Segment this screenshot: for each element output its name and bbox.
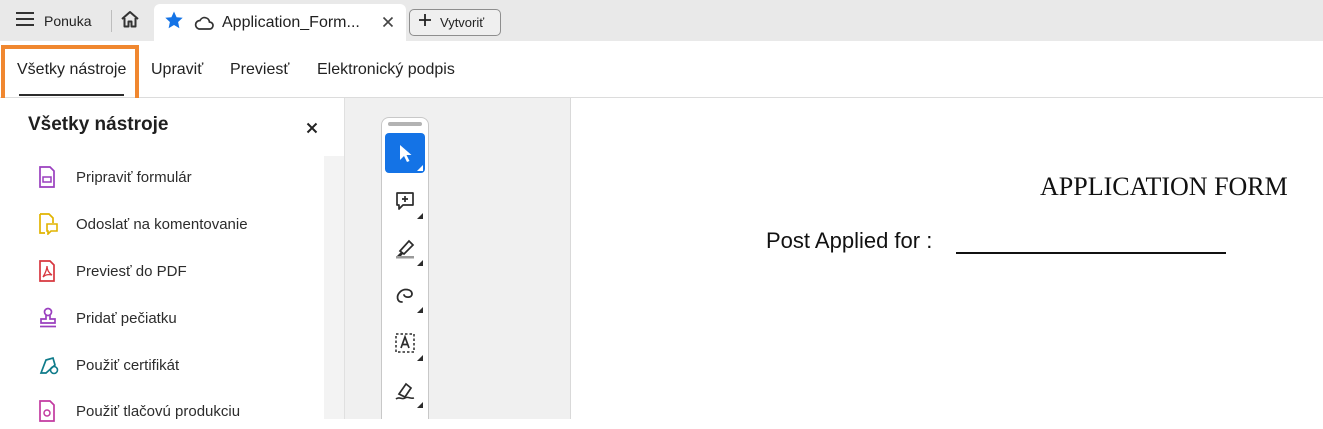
text-box-tool[interactable] (385, 323, 425, 363)
close-tab-button[interactable] (378, 12, 398, 32)
tab-edit-label: Upraviť (151, 60, 204, 78)
cursor-icon (400, 145, 412, 162)
tool-use-certificate[interactable]: Použiť certifikát (28, 347, 318, 383)
document-tab[interactable]: Application_Form... (154, 4, 406, 41)
tab-convert[interactable]: Previesť (230, 41, 289, 98)
tool-label: Pridať pečiatku (76, 309, 177, 327)
all-tools-panel: Všetky nástroje Pripraviť formulár Odosl… (0, 98, 345, 422)
comment-plus-icon (396, 192, 414, 210)
tools-gutter (345, 98, 571, 419)
home-icon (120, 10, 140, 33)
tab-e-signature-label: Elektronický podpis (317, 60, 455, 78)
document-heading: APPLICATION FORM (1040, 172, 1288, 201)
app-tab-bar: Ponuka Application_Form... Vytvoriť (0, 0, 1323, 41)
document-tab-title: Application_Form... (222, 13, 360, 31)
tool-prepare-form[interactable]: Pripraviť formulár (28, 159, 318, 195)
freehand-icon (396, 288, 413, 303)
tool-send-for-comments[interactable]: Odoslať na komentovanie (28, 206, 318, 242)
text-box-icon (395, 333, 415, 353)
divider (111, 10, 112, 32)
certificate-icon (28, 353, 68, 377)
menu-button[interactable]: Ponuka (8, 6, 104, 36)
pdf-icon (28, 259, 68, 283)
add-comment-tool[interactable] (385, 181, 425, 221)
post-applied-label: Post Applied for : (766, 228, 933, 253)
highlight-tool[interactable] (385, 228, 425, 268)
create-button[interactable]: Vytvoriť (409, 9, 501, 36)
draw-tool[interactable] (385, 275, 425, 315)
tool-add-stamp[interactable]: Pridať pečiatku (28, 300, 318, 336)
tool-label: Odoslať na komentovanie (76, 215, 248, 233)
tool-convert-to-pdf[interactable]: Previesť do PDF (28, 253, 318, 289)
cloud-icon (194, 16, 214, 30)
star-icon[interactable] (164, 10, 184, 35)
panel-scrollbar[interactable] (324, 156, 344, 419)
select-tool[interactable] (385, 133, 425, 173)
tool-tabs-bar: Všetky nástroje Upraviť Previesť Elektro… (0, 41, 1323, 98)
post-applied-field-line (956, 252, 1226, 254)
comment-doc-icon (28, 212, 68, 236)
tool-label: Pripraviť formulár (76, 168, 192, 186)
tool-label: Použiť tlačovú produkciu (76, 402, 241, 420)
panel-title: Všetky nástroje (28, 114, 169, 135)
close-icon (306, 122, 318, 134)
plus-icon (418, 13, 432, 32)
toolbar-grip[interactable] (388, 122, 422, 126)
sign-tool[interactable] (385, 370, 425, 410)
highlighter-icon (396, 239, 415, 259)
hamburger-icon (16, 11, 34, 31)
create-button-label: Vytvoriť (440, 15, 485, 30)
menu-button-label: Ponuka (44, 13, 92, 29)
tool-label: Previesť do PDF (76, 262, 187, 280)
tool-label: Použiť certifikát (76, 356, 180, 374)
stamp-icon (28, 306, 68, 330)
tab-convert-label: Previesť (230, 60, 290, 78)
tab-e-signature[interactable]: Elektronický podpis (317, 41, 455, 98)
print-production-icon (28, 399, 68, 423)
sign-pen-icon (395, 382, 415, 400)
quick-tools-toolbar (381, 117, 429, 419)
form-icon (28, 165, 68, 189)
tool-print-production[interactable]: Použiť tlačovú produkciu (28, 393, 318, 429)
close-panel-button[interactable] (302, 118, 322, 138)
document-viewer[interactable]: APPLICATION FORM Post Applied for : (572, 98, 1323, 419)
tab-edit[interactable]: Upraviť (151, 41, 203, 98)
close-icon (382, 16, 394, 28)
home-button[interactable] (116, 7, 144, 35)
